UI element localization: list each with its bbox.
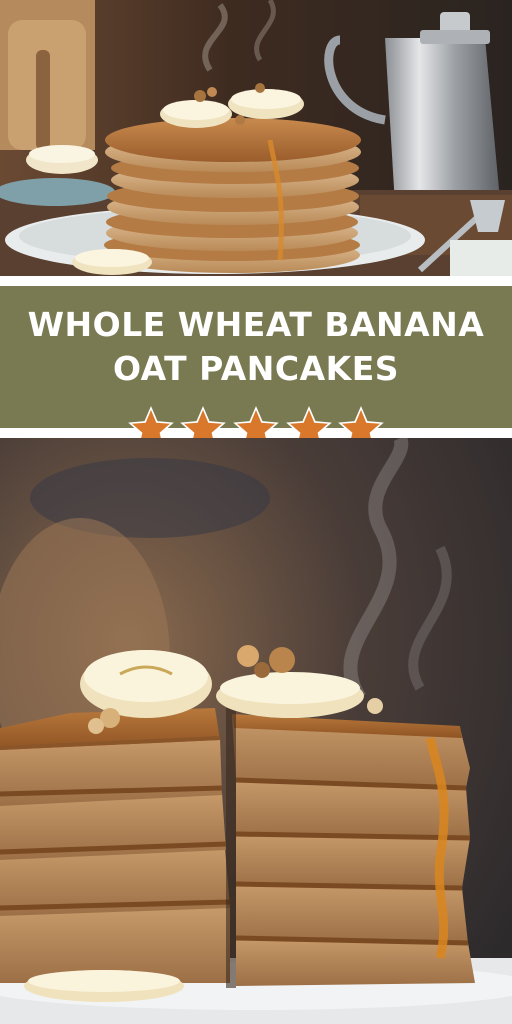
divider-top xyxy=(0,276,512,286)
recipe-title: WHOLE WHEAT BANANA OAT PANCAKES xyxy=(0,303,512,391)
title-line-2: OAT PANCAKES xyxy=(112,349,400,388)
title-line-1: WHOLE WHEAT BANANA xyxy=(27,305,485,344)
top-food-photo xyxy=(0,0,512,276)
bottom-food-photo xyxy=(0,438,512,1024)
